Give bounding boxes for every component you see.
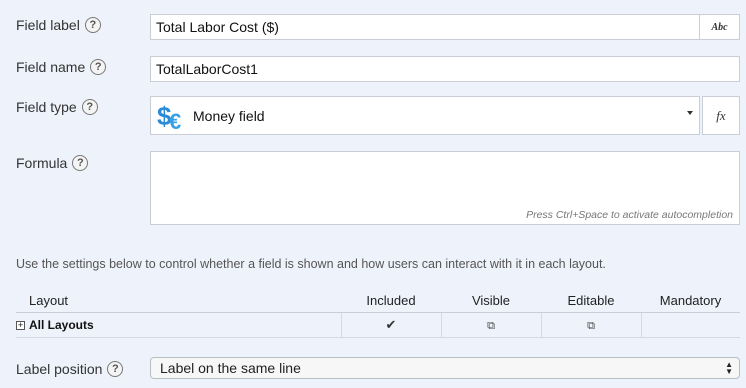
table-row: + All Layouts ✔ ⧉ ⧉ (16, 312, 740, 338)
formula-row-label: Formula ? (16, 155, 89, 171)
money-icon: $ € (157, 101, 181, 132)
help-icon[interactable]: ? (84, 17, 101, 33)
included-cell[interactable]: ✔ (340, 312, 441, 338)
svg-text:€: € (169, 109, 181, 132)
layout-info-text: Use the settings below to control whethe… (16, 257, 606, 271)
field-name-row-label: Field name ? (16, 59, 107, 75)
copy-icon[interactable]: ⧉ (587, 320, 595, 332)
field-name-text: Field name (16, 59, 86, 75)
copy-icon[interactable]: ⧉ (487, 320, 495, 332)
mandatory-cell[interactable] (640, 312, 740, 338)
formula-textarea[interactable]: Press Ctrl+Space to activate autocomplet… (150, 151, 740, 225)
help-icon[interactable]: ? (81, 99, 98, 115)
formula-text: Formula (16, 155, 68, 171)
chevron-down-icon[interactable] (687, 111, 693, 115)
help-icon[interactable]: ? (107, 361, 124, 377)
field-type-row-label: Field type ? (16, 99, 98, 115)
updown-arrows-icon[interactable]: ▲ ▼ (725, 361, 733, 376)
autocomplete-hint: Press Ctrl+Space to activate autocomplet… (526, 209, 733, 221)
field-name-input[interactable]: TotalLaborCost1 (150, 56, 740, 82)
column-header-layout: Layout (16, 289, 341, 313)
layouts-table: Layout Included Visible Editable Mandato… (16, 289, 740, 338)
help-icon[interactable]: ? (90, 59, 107, 75)
help-icon[interactable]: ? (72, 155, 89, 171)
layout-name: All Layouts (29, 317, 94, 332)
expand-icon[interactable]: + (16, 320, 25, 330)
editable-cell[interactable]: ⧉ (540, 312, 641, 338)
field-type-select[interactable]: $ € Money field (150, 96, 700, 135)
text-format-button[interactable]: Abc (699, 15, 739, 39)
table-header-row: Layout Included Visible Editable Mandato… (16, 289, 740, 313)
field-type-text: Field type (16, 99, 77, 115)
field-type-value: Money field (193, 108, 265, 124)
checkmark-icon[interactable]: ✔ (386, 317, 397, 332)
field-label-value[interactable]: Total Labor Cost ($) (156, 19, 279, 35)
visible-cell[interactable]: ⧉ (440, 312, 541, 338)
field-label-input[interactable]: Total Labor Cost ($) Abc (150, 14, 740, 40)
field-name-value[interactable]: TotalLaborCost1 (156, 61, 258, 77)
label-position-row-label: Label position ? (16, 361, 124, 377)
column-header-visible: Visible (441, 289, 541, 313)
field-label-row-label: Field label ? (16, 17, 101, 33)
formula-button[interactable]: fx (702, 96, 740, 135)
layout-cell: + All Layouts (16, 312, 341, 338)
column-header-mandatory: Mandatory (641, 289, 740, 313)
field-label-text: Field label (16, 17, 80, 33)
column-header-editable: Editable (541, 289, 641, 313)
column-header-included: Included (341, 289, 441, 313)
label-position-select[interactable]: Label on the same line ▲ ▼ (150, 357, 740, 379)
label-position-text: Label position (16, 361, 103, 377)
label-position-value: Label on the same line (160, 360, 301, 376)
